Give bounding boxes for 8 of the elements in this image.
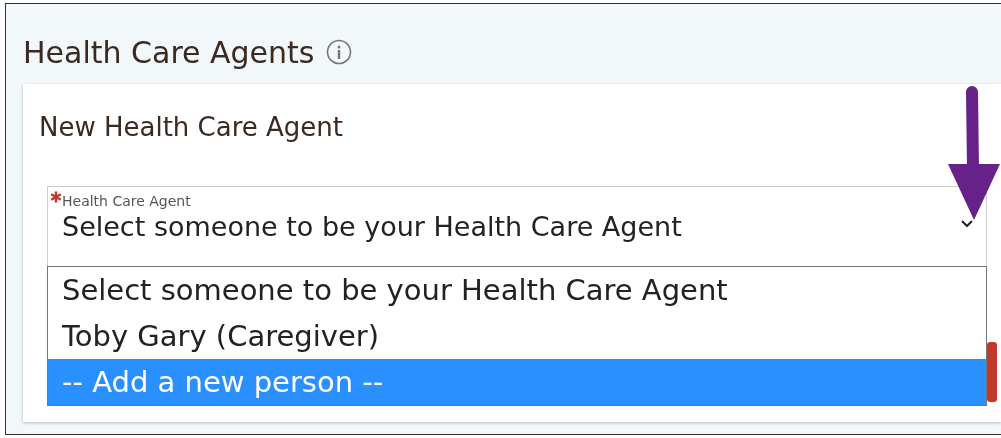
info-icon[interactable] bbox=[326, 39, 353, 65]
button-edge bbox=[987, 342, 997, 402]
card-title: New Health Care Agent bbox=[39, 112, 345, 144]
field-value: Select someone to be your Health Care Agent bbox=[62, 211, 682, 242]
chevron-icon bbox=[960, 219, 974, 229]
field-label: Health Care Agent bbox=[62, 193, 191, 210]
section-title: Health Care Agents bbox=[23, 34, 315, 70]
select-field[interactable]: Health Care Agent Select someone to be your Health Care Agent bbox=[47, 186, 987, 268]
